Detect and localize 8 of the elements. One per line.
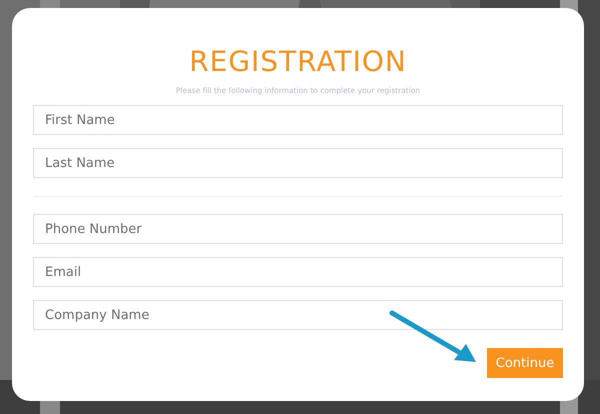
arrow-icon: [390, 310, 476, 362]
continue-button[interactable]: Continue: [487, 348, 563, 378]
input-field[interactable]: Last Name: [33, 148, 563, 178]
input-field[interactable]: Email: [33, 257, 563, 287]
input-field[interactable]: First Name: [33, 105, 563, 135]
form-title: REGISTRATION: [188, 44, 408, 80]
input-field[interactable]: Phone Number: [33, 214, 563, 244]
input-field[interactable]: Company Name: [33, 300, 563, 330]
